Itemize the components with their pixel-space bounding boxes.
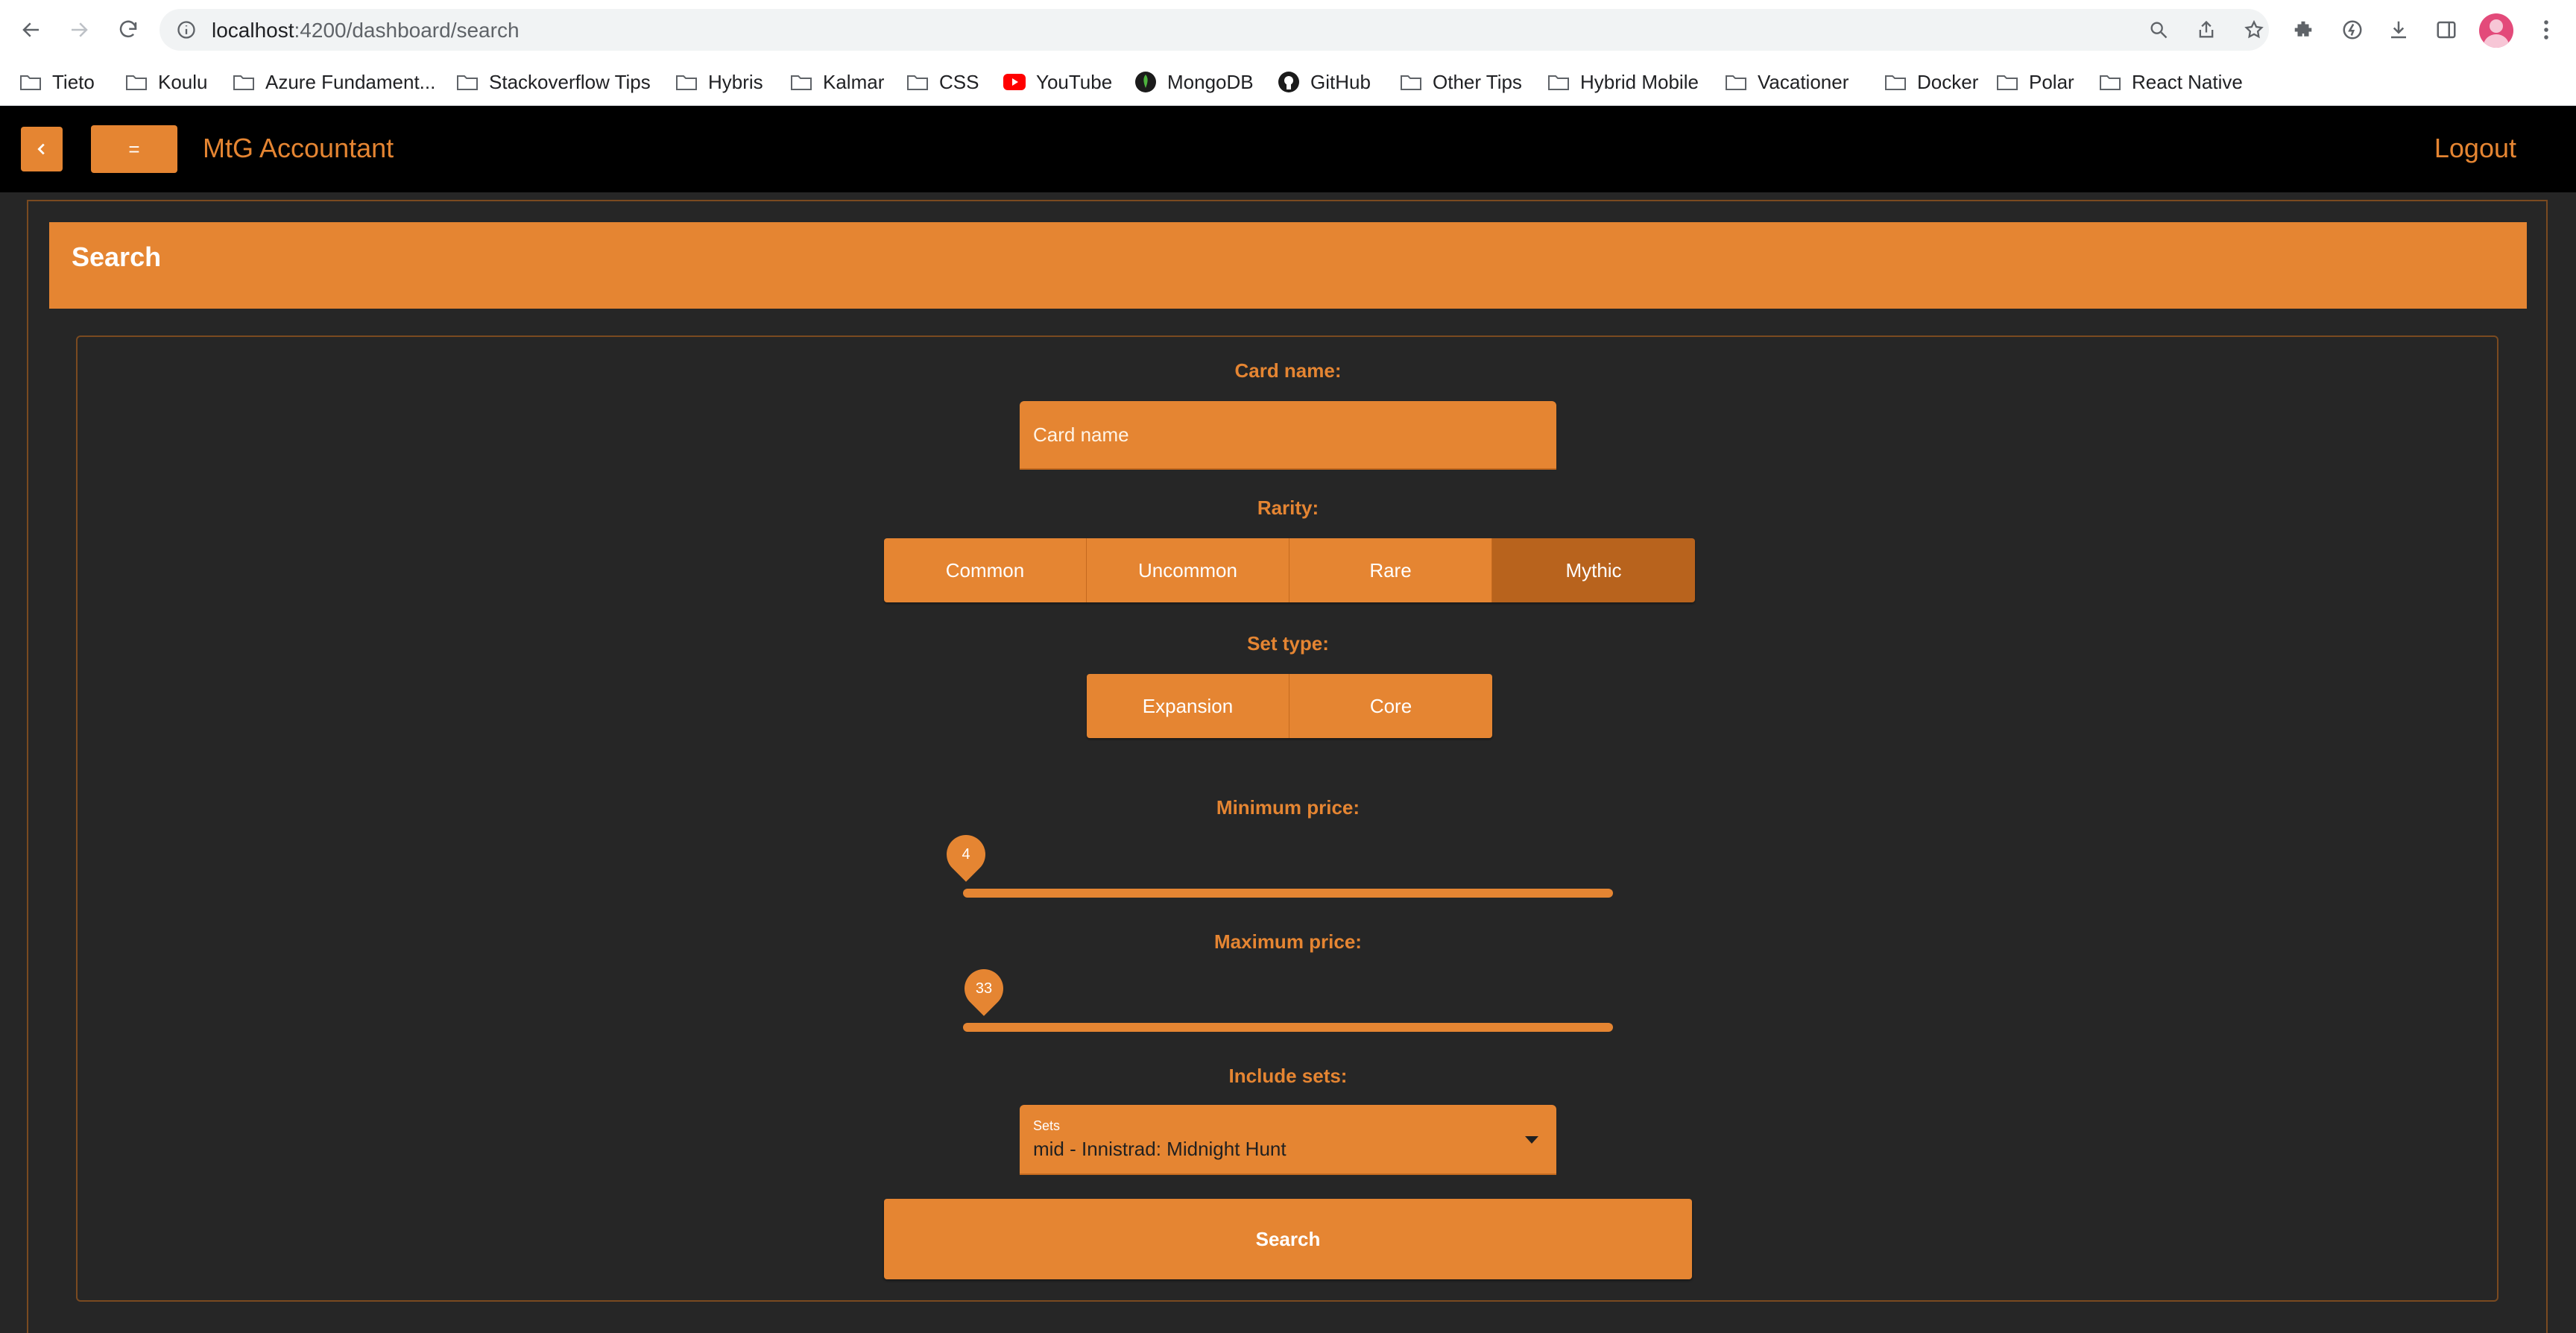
set-type-option-core[interactable]: Core [1289, 674, 1492, 738]
folder-icon [1398, 72, 1424, 92]
rarity-option-mythic[interactable]: Mythic [1492, 538, 1695, 602]
bookmark-label: MongoDB [1167, 70, 1254, 93]
bookmark-item[interactable]: Stackoverflow Tips [455, 67, 651, 97]
min-price-value: 4 [962, 846, 970, 863]
folder-icon [231, 72, 256, 92]
bookmark-label: Other Tips [1433, 70, 1522, 93]
chevron-left-icon [37, 143, 45, 155]
bookmark-item[interactable]: Kalmar [789, 67, 884, 97]
sets-select-label: Sets [1033, 1118, 1061, 1133]
bookmark-label: Kalmar [823, 70, 885, 93]
bookmark-item[interactable]: Koulu [124, 67, 208, 97]
bookmark-item[interactable]: Polar [1995, 67, 2074, 97]
bookmark-item[interactable]: YouTube [1002, 67, 1112, 97]
site-info-icon[interactable] [176, 19, 197, 40]
max-price-slider[interactable] [963, 1023, 1613, 1032]
folder-icon [674, 72, 699, 92]
bookmarks-bar: Tieto Koulu Azure Fundament... Stackover… [0, 60, 2576, 106]
bookmark-item[interactable]: Other Tips [1398, 67, 1522, 97]
zoom-icon[interactable] [2148, 19, 2169, 40]
rarity-option-common[interactable]: Common [884, 538, 1087, 602]
url-text[interactable]: localhost:4200/dashboard/search [212, 19, 520, 42]
set-type-label: Set type: [1247, 632, 1329, 655]
reload-icon[interactable] [109, 10, 148, 49]
folder-icon [905, 72, 930, 92]
bookmark-label: Koulu [158, 70, 208, 93]
folder-icon [2097, 72, 2123, 92]
bookmark-label: Tieto [52, 70, 95, 93]
bookmark-item[interactable]: Docker [1883, 67, 1978, 97]
set-type-toggle-group: Expansion Core [1087, 674, 1492, 738]
bookmark-item[interactable]: Hybris [674, 67, 763, 97]
bookmark-item[interactable]: MongoDB [1133, 67, 1254, 97]
browser-toolbar: localhost:4200/dashboard/search [0, 0, 2576, 60]
url-host: localhost [212, 19, 294, 42]
rarity-option-uncommon[interactable]: Uncommon [1087, 538, 1289, 602]
card-name-input[interactable] [1020, 401, 1556, 470]
folder-icon [789, 72, 814, 92]
share-icon[interactable] [2196, 19, 2217, 40]
bookmark-label: Stackoverflow Tips [489, 70, 651, 93]
folder-icon [1995, 72, 2020, 92]
menu-button[interactable]: = [91, 125, 177, 173]
bookmark-label: YouTube [1036, 70, 1113, 93]
profile-avatar[interactable] [2479, 13, 2513, 48]
bookmark-item[interactable]: React Native [2097, 67, 2243, 97]
set-type-option-expansion[interactable]: Expansion [1087, 674, 1289, 738]
extensions-icon[interactable] [2288, 15, 2318, 45]
bookmark-label: CSS [939, 70, 979, 93]
mongodb-icon [1133, 72, 1158, 92]
rarity-option-rare[interactable]: Rare [1289, 538, 1492, 602]
folder-icon [124, 72, 149, 92]
back-button[interactable] [21, 127, 63, 171]
more-options-icon[interactable] [2531, 15, 2561, 45]
bookmark-item[interactable]: Azure Fundament... [231, 67, 435, 97]
performance-icon[interactable] [2337, 15, 2367, 45]
page-title: Search [72, 242, 162, 272]
min-price-slider[interactable] [963, 889, 1613, 898]
address-bar[interactable]: localhost:4200/dashboard/search [160, 9, 2269, 51]
bookmark-label: Hybrid Mobile [1580, 70, 1699, 93]
bookmark-label: GitHub [1310, 70, 1371, 93]
bookmark-label: Hybris [708, 70, 763, 93]
search-banner: Search [49, 222, 2527, 309]
bookmark-label: Azure Fundament... [265, 70, 436, 93]
max-price-label: Maximum price: [1214, 930, 1362, 953]
folder-icon [455, 72, 480, 92]
bookmark-item[interactable]: CSS [905, 67, 979, 97]
youtube-icon [1002, 72, 1027, 92]
bookmark-item[interactable]: Tieto [18, 67, 95, 97]
bookmark-label: React Native [2132, 70, 2243, 93]
sets-select-value: mid - Innistrad: Midnight Hunt [1033, 1138, 1287, 1160]
app-title: MtG Accountant [203, 133, 394, 163]
min-price-label: Minimum price: [1216, 796, 1360, 819]
app-header: = MtG Accountant Logout [0, 106, 2576, 192]
bookmark-label: Docker [1917, 70, 1979, 93]
forward-arrow-icon[interactable] [60, 10, 98, 49]
folder-icon [1723, 72, 1749, 92]
logout-link[interactable]: Logout [2434, 133, 2516, 164]
bookmark-item[interactable]: Vacationer [1723, 67, 1849, 97]
max-price-value: 33 [975, 980, 993, 997]
bookmark-item[interactable]: Hybrid Mobile [1546, 67, 1699, 97]
bookmark-label: Polar [2029, 70, 2074, 93]
sets-select[interactable]: Sets mid - Innistrad: Midnight Hunt [1020, 1105, 1556, 1175]
folder-icon [1546, 72, 1571, 92]
dropdown-arrow-icon[interactable] [1525, 1136, 1538, 1144]
bookmark-item[interactable]: GitHub [1276, 67, 1371, 97]
side-panel-icon[interactable] [2431, 15, 2461, 45]
url-path: :4200/dashboard/search [294, 19, 520, 42]
rarity-label: Rarity: [1257, 497, 1319, 519]
include-sets-label: Include sets: [1228, 1065, 1348, 1087]
bookmark-star-icon[interactable] [2244, 19, 2264, 40]
card-name-label: Card name: [1234, 359, 1342, 382]
download-icon[interactable] [2384, 15, 2414, 45]
folder-icon [1883, 72, 1908, 92]
github-icon [1276, 72, 1301, 92]
back-arrow-icon[interactable] [12, 10, 51, 49]
rarity-toggle-group: Common Uncommon Rare Mythic [884, 538, 1695, 602]
search-button[interactable]: Search [884, 1199, 1692, 1279]
bookmark-label: Vacationer [1758, 70, 1849, 93]
folder-icon [18, 72, 43, 92]
